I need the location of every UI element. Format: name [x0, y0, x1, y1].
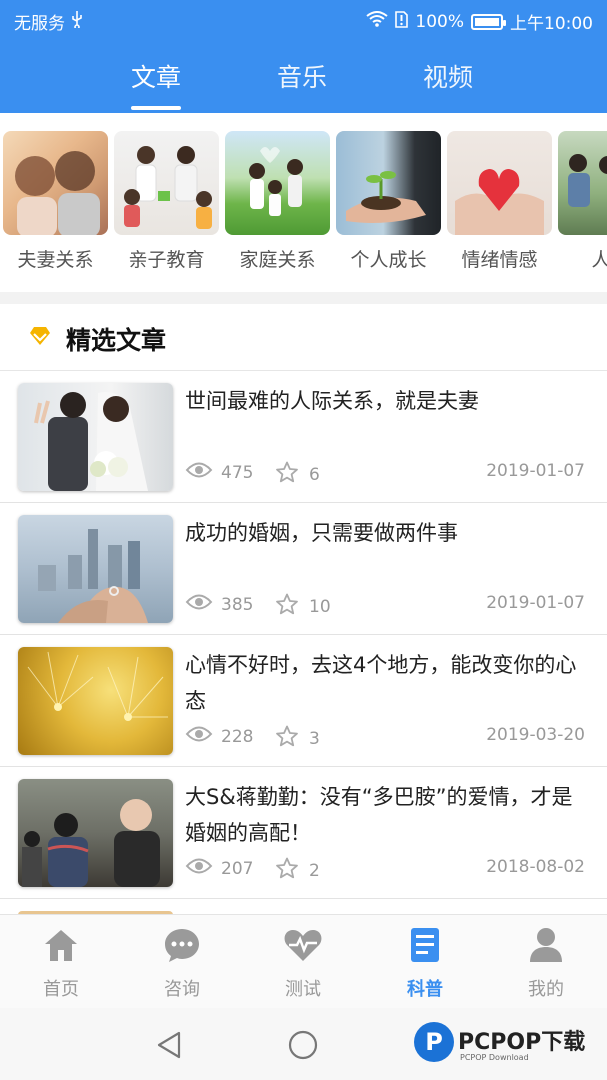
usb-icon: [71, 10, 83, 33]
article-item[interactable]: 成功的婚姻，只需要做两件事 385 10 2019-01-07: [0, 503, 607, 635]
eye-icon: [185, 857, 213, 880]
article-meta: 228 3 2019-03-20: [185, 725, 585, 749]
person-icon: [506, 925, 586, 965]
nav-science[interactable]: 科普: [385, 925, 465, 1001]
category-social[interactable]: 人际: [558, 131, 607, 272]
category-parenting[interactable]: 亲子教育: [114, 131, 219, 272]
article-title: 世间最难的人际关系，就是夫妻: [185, 389, 479, 413]
category-couple[interactable]: 夫妻关系: [3, 131, 108, 272]
nav-consult[interactable]: 咨询: [142, 925, 222, 1001]
star-icon[interactable]: [275, 461, 299, 489]
app-header: 无服务 100% 上午10:00 文章 音乐 视频: [0, 0, 607, 113]
tab-video[interactable]: 视频: [423, 58, 473, 94]
featured-title: 精选文章: [66, 326, 167, 355]
star-icon[interactable]: [275, 725, 299, 753]
tab-label: 音乐: [277, 63, 328, 92]
nav-test[interactable]: 测试: [263, 925, 343, 1001]
article-thumbnail: [18, 383, 173, 491]
pcpop-logo: P: [414, 1022, 454, 1062]
watermark-text: PCPOP下载: [458, 1030, 586, 1055]
article-date: 2019-01-07: [486, 461, 585, 481]
category-label: 夫妻关系: [17, 249, 94, 271]
category-carousel[interactable]: 夫妻关系 亲子教育 家庭关系 个人成长 情绪情感 人际: [0, 113, 607, 292]
article-meta: 475 6 2019-01-07: [185, 461, 585, 485]
article-meta: 385 10 2019-01-07: [185, 593, 585, 617]
heart-pulse-icon: [263, 925, 343, 965]
system-nav-bar: P PCPOP下载 PCPOP Download: [0, 1008, 607, 1080]
home-icon: [21, 925, 101, 965]
bottom-nav: 首页 咨询 测试 科普 我的: [0, 914, 607, 1008]
active-tab-indicator: [131, 106, 182, 110]
star-icon[interactable]: [275, 857, 299, 885]
watermark-subtext: PCPOP Download: [460, 1053, 529, 1062]
article-title: 成功的婚姻，只需要做两件事: [185, 521, 458, 545]
article-date: 2019-03-20: [486, 725, 585, 745]
tab-label: 视频: [423, 63, 474, 92]
nav-label: 首页: [43, 979, 79, 1000]
top-tabs: 文章 音乐 视频: [0, 58, 607, 113]
clock: 上午10:00: [510, 14, 593, 34]
category-emotion[interactable]: 情绪情感: [447, 131, 552, 272]
category-image: [336, 131, 441, 235]
star-count: 3: [309, 729, 320, 749]
article-title: 心情不好时，去这4个地方，能改变你的心态: [185, 653, 577, 713]
nav-home[interactable]: 首页: [21, 925, 101, 1001]
eye-icon: [185, 725, 213, 748]
category-image: [114, 131, 219, 235]
article-item[interactable]: 心情不好时，去这4个地方，能改变你的心态 228 3 2019-03-20: [0, 635, 607, 767]
wifi-icon: [366, 11, 389, 32]
nav-label: 测试: [285, 979, 321, 1000]
view-count: 385: [221, 594, 254, 615]
category-label: 亲子教育: [128, 249, 205, 271]
nav-label: 我的: [528, 979, 564, 1000]
carrier-text: 无服务: [14, 14, 65, 34]
view-count: 207: [221, 858, 254, 879]
star-icon[interactable]: [275, 593, 299, 621]
nav-label: 科普: [407, 979, 443, 1000]
battery-icon: [471, 13, 506, 30]
home-circle-icon[interactable]: [288, 1030, 318, 1064]
category-growth[interactable]: 个人成长: [336, 131, 441, 272]
tab-articles[interactable]: 文章: [131, 58, 182, 110]
nav-label: 咨询: [164, 979, 200, 1000]
chat-icon: [142, 925, 222, 965]
eye-icon: [185, 593, 213, 616]
sim-alert-icon: [395, 10, 409, 33]
article-meta: 207 2 2018-08-02: [185, 857, 585, 881]
article-date: 2019-01-07: [486, 593, 585, 613]
nav-profile[interactable]: 我的: [506, 925, 586, 1001]
star-count: 10: [309, 597, 331, 617]
category-label: 人际: [591, 249, 607, 271]
article-date: 2018-08-02: [486, 857, 585, 877]
article-list: 世间最难的人际关系，就是夫妻 475 6 2019-01-07 成功的婚姻，只需…: [0, 371, 607, 919]
view-count: 475: [221, 462, 254, 483]
document-icon: [385, 925, 465, 965]
article-item[interactable]: 世间最难的人际关系，就是夫妻 475 6 2019-01-07: [0, 371, 607, 503]
article-thumbnail: [18, 779, 173, 887]
tab-label: 文章: [131, 63, 182, 92]
tab-music[interactable]: 音乐: [277, 58, 327, 94]
watermark: P PCPOP下载 PCPOP Download: [414, 1020, 604, 1068]
star-count: 6: [309, 465, 320, 485]
category-image: [3, 131, 108, 235]
featured-header: 精选文章: [0, 304, 607, 371]
diamond-icon: [28, 326, 52, 346]
category-image: [447, 131, 552, 235]
star-count: 2: [309, 861, 320, 881]
category-family[interactable]: 家庭关系: [225, 131, 330, 272]
battery-percent: 100%: [415, 11, 464, 32]
category-label: 个人成长: [350, 249, 427, 271]
back-triangle-icon[interactable]: [155, 1030, 183, 1064]
category-image: [225, 131, 330, 235]
article-thumbnail: [18, 647, 173, 755]
article-item[interactable]: 大S&蒋勤勤：没有“多巴胺”的爱情，才是婚姻的高配！ 207 2 2018-08…: [0, 767, 607, 899]
category-image: [558, 131, 607, 235]
status-bar: 无服务 100% 上午10:00: [0, 0, 607, 40]
category-label: 情绪情感: [461, 249, 538, 271]
article-thumbnail: [18, 515, 173, 623]
category-label: 家庭关系: [239, 249, 316, 271]
view-count: 228: [221, 726, 254, 747]
article-title: 大S&蒋勤勤：没有“多巴胺”的爱情，才是婚姻的高配！: [185, 785, 573, 845]
eye-icon: [185, 461, 213, 484]
